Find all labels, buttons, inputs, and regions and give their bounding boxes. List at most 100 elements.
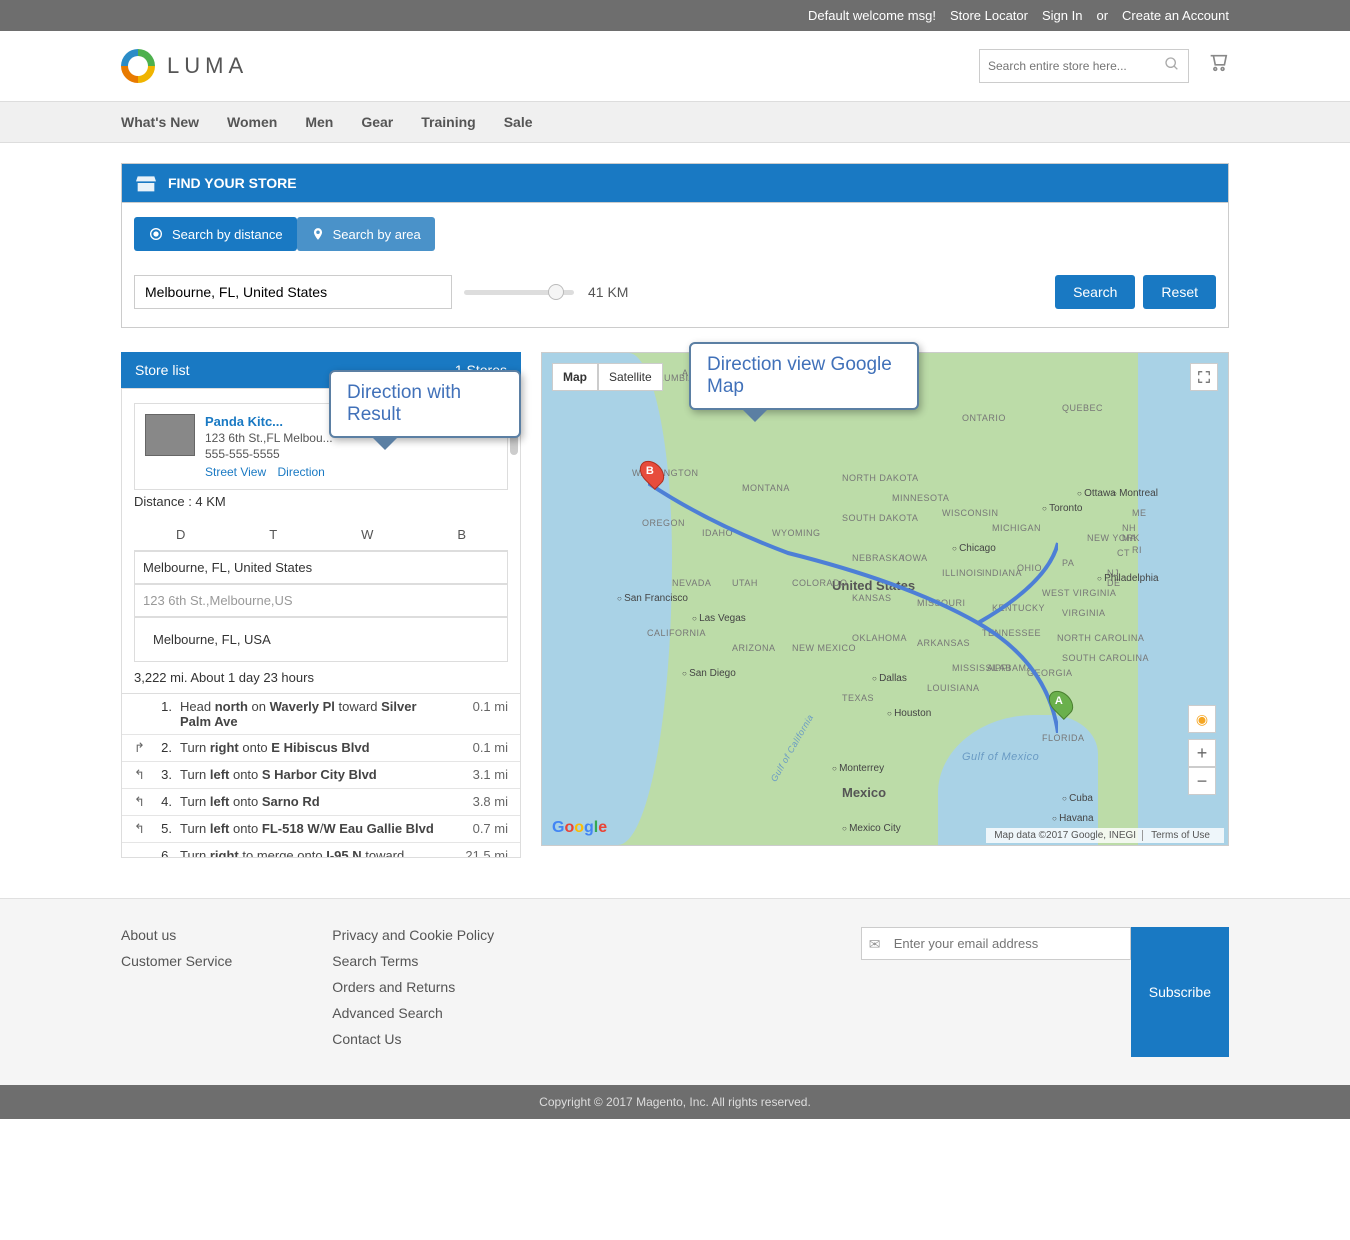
distance-row: Distance : 4 KM — [122, 490, 520, 513]
subscribe-button[interactable]: Subscribe — [1131, 927, 1229, 1057]
city-label: Mexico City — [842, 823, 901, 834]
state-label: KENTUCKY — [992, 603, 1045, 613]
footer-about[interactable]: About us — [121, 927, 232, 943]
create-account-link[interactable]: Create an Account — [1122, 8, 1229, 23]
state-label: KANSAS — [852, 593, 892, 603]
nav-training[interactable]: Training — [421, 114, 475, 130]
city-label: Ottawa — [1077, 488, 1116, 499]
state-label: MISSOURI — [917, 598, 966, 608]
search-controls: Search by distance Search by area 41 KM … — [121, 202, 1229, 328]
suggestion[interactable]: Melbourne, FL, USA — [134, 617, 508, 662]
state-label: ME — [1132, 508, 1147, 518]
copyright: Copyright © 2017 Magento, Inc. All right… — [0, 1085, 1350, 1119]
cart-icon[interactable] — [1207, 52, 1229, 80]
callout-map: Direction view Google Map — [689, 342, 919, 410]
city-label: Dallas — [872, 673, 907, 684]
state-label: SOUTH DAKOTA — [842, 513, 918, 523]
map-type-control[interactable]: Map Satellite — [552, 363, 663, 391]
search-input[interactable] — [988, 59, 1164, 73]
footer-contact[interactable]: Contact Us — [332, 1031, 494, 1047]
find-store-header: FIND YOUR STORE — [121, 163, 1229, 202]
state-label: ARKANSAS — [917, 638, 970, 648]
search-box[interactable] — [979, 49, 1189, 83]
street-view-link[interactable]: Street View — [205, 465, 266, 479]
state-label: WYOMING — [772, 528, 821, 538]
map-type-satellite[interactable]: Satellite — [598, 363, 663, 391]
main-nav: What's New Women Men Gear Training Sale — [0, 101, 1350, 143]
from-address[interactable]: Melbourne, FL, United States — [134, 551, 508, 584]
store-list-title: Store list — [135, 362, 189, 378]
direction-step: 6.Turn right to merge onto I-95 N toward… — [122, 843, 520, 858]
search-button[interactable]: Search — [1055, 275, 1135, 309]
find-store-title: FIND YOUR STORE — [168, 175, 297, 191]
signin-link[interactable]: Sign In — [1042, 8, 1082, 23]
state-label: MA — [1122, 533, 1137, 543]
direction-step: ↰4.Turn left onto Sarno Rd3.8 mi — [122, 789, 520, 816]
state-label: ONTARIO — [962, 413, 1006, 423]
map-type-map[interactable]: Map — [552, 363, 598, 391]
nav-men[interactable]: Men — [305, 114, 333, 130]
state-label: QUEBEC — [1062, 403, 1103, 413]
zoom-out-button[interactable]: − — [1188, 767, 1216, 795]
footer-advanced[interactable]: Advanced Search — [332, 1005, 494, 1021]
footer-search-terms[interactable]: Search Terms — [332, 953, 494, 969]
zoom-control[interactable]: + − — [1188, 739, 1216, 795]
state-label: INDIANA — [982, 568, 1022, 578]
nav-gear[interactable]: Gear — [361, 114, 393, 130]
to-address[interactable]: 123 6th St.,Melbourne,US — [134, 584, 508, 617]
nav-whats-new[interactable]: What's New — [121, 114, 199, 130]
fullscreen-button[interactable] — [1190, 363, 1218, 391]
store-locator-link[interactable]: Store Locator — [950, 8, 1028, 23]
direction-link[interactable]: Direction — [278, 465, 325, 479]
state-label: TEXAS — [842, 693, 874, 703]
city-label: San Diego — [682, 668, 736, 679]
footer-orders[interactable]: Orders and Returns — [332, 979, 494, 995]
pin-icon — [311, 226, 325, 242]
footer-customer-service[interactable]: Customer Service — [121, 953, 232, 969]
route-summary: 3,222 mi. About 1 day 23 hours — [122, 662, 520, 694]
state-label: VIRGINIA — [1062, 608, 1106, 618]
nav-sale[interactable]: Sale — [504, 114, 533, 130]
reset-button[interactable]: Reset — [1143, 275, 1216, 309]
direction-step: ↰5.Turn left onto FL-518 W/W Eau Gallie … — [122, 816, 520, 843]
city-label: Montreal — [1112, 488, 1158, 499]
nav-women[interactable]: Women — [227, 114, 277, 130]
search-icon[interactable] — [1164, 56, 1180, 77]
distance-slider[interactable] — [464, 290, 574, 295]
state-label: SOUTH CAROLINA — [1062, 653, 1149, 663]
city-label: Philadelphia — [1097, 573, 1159, 584]
store-image — [145, 414, 195, 456]
envelope-icon: ✉ — [869, 936, 881, 953]
zoom-in-button[interactable]: + — [1188, 739, 1216, 767]
google-map[interactable]: United States Mexico BRITISH COLUMBIAALB… — [541, 352, 1229, 846]
store-list-body: Panda Kitc... 123 6th St.,FL Melbou... 5… — [121, 388, 521, 858]
store-name: Panda Kitc... — [205, 414, 333, 429]
distance-value: 41 KM — [588, 284, 628, 300]
gulf-cal-label: Gulf of California — [769, 713, 816, 784]
newsletter-input[interactable] — [861, 927, 1131, 960]
city-label: Toronto — [1042, 503, 1082, 514]
footer-privacy[interactable]: Privacy and Cookie Policy — [332, 927, 494, 943]
state-label: FLORIDA — [1042, 733, 1085, 743]
state-label: MICHIGAN — [992, 523, 1041, 533]
footer: About us Customer Service Privacy and Co… — [0, 898, 1350, 1085]
newsletter: ✉ Subscribe — [861, 927, 1229, 1057]
or-text: or — [1096, 8, 1108, 23]
logo[interactable]: LUMA — [121, 49, 248, 83]
pegman-icon[interactable]: ◉ — [1188, 705, 1216, 733]
turn-icon: ↰ — [134, 767, 146, 783]
travel-mode-tabs[interactable]: D T W B — [134, 519, 508, 551]
state-label: UTAH — [732, 578, 758, 588]
slider-thumb[interactable] — [548, 284, 564, 300]
store-address: 123 6th St.,FL Melbou... — [205, 431, 333, 445]
city-label: San Francisco — [617, 593, 688, 604]
state-label: OHIO — [1017, 563, 1042, 573]
welcome-msg: Default welcome msg! — [808, 8, 936, 23]
state-label: NH — [1122, 523, 1136, 533]
search-distance-tab[interactable]: Search by distance — [134, 217, 297, 251]
header: LUMA — [75, 31, 1275, 101]
search-area-tab[interactable]: Search by area — [297, 217, 435, 251]
location-input[interactable] — [134, 275, 452, 309]
city-label: Monterrey — [832, 763, 884, 774]
callout-result: Direction with Result — [329, 370, 521, 438]
